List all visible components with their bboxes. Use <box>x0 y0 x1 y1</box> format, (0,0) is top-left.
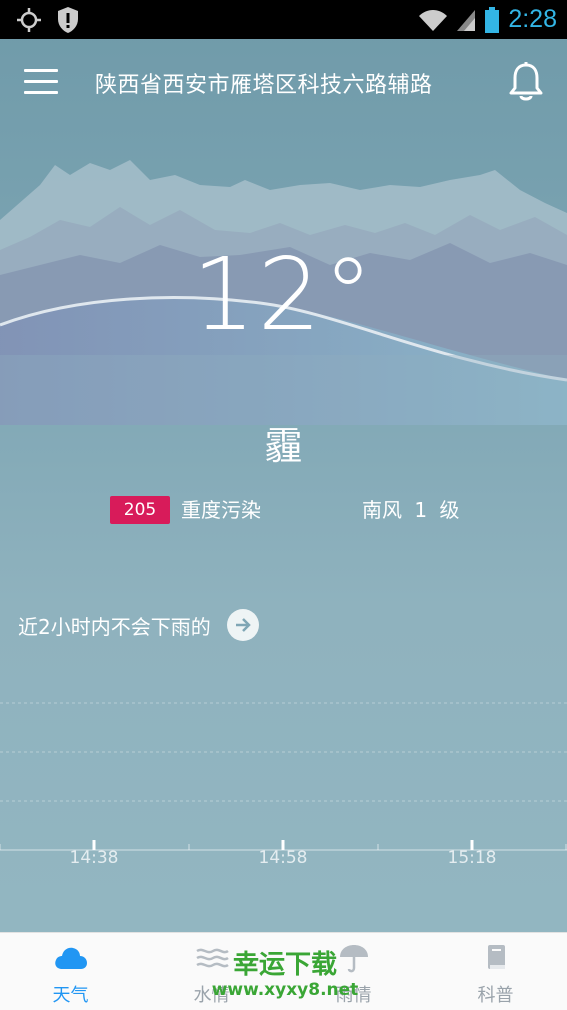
temperature-display: 12° <box>0 236 567 353</box>
nav-label: 天气 <box>52 985 89 1006</box>
time-label: 14:58 <box>258 848 308 868</box>
app-bar: 陕西省西安市雁塔区科技六路辅路 <box>0 39 567 125</box>
menu-button[interactable] <box>24 69 60 97</box>
cloud-icon <box>54 947 87 969</box>
temperature-value: 12 <box>191 236 324 353</box>
rain-forecast[interactable]: 近2小时内不会下雨的 <box>18 608 259 642</box>
watermark-url: www.xyxy8.net <box>211 980 359 1000</box>
rain-message: 近2小时内不会下雨的 <box>18 614 211 639</box>
aqi-label: 重度污染 <box>181 498 261 522</box>
location-title: 陕西省西安市雁塔区科技六路辅路 <box>95 73 433 98</box>
battery-icon <box>485 6 500 33</box>
time-label: 15:18 <box>447 848 497 868</box>
weather-condition: 霾 <box>264 424 303 468</box>
nav-tab-science[interactable]: 科普 <box>425 933 566 1010</box>
status-bar: 2:28 <box>0 0 567 39</box>
wifi-icon <box>419 9 448 31</box>
nav-label: 科普 <box>477 985 514 1006</box>
aqi-badge[interactable]: 205 <box>110 496 170 524</box>
notification-button[interactable] <box>506 61 546 103</box>
weather-info-row: 205 重度污染 南风 1 级 <box>0 496 567 526</box>
book-icon <box>487 945 505 969</box>
status-time: 2:28 <box>508 5 557 33</box>
signal-icon <box>457 9 476 31</box>
watermark-title: 幸运下载 <box>232 950 337 980</box>
degree-symbol: ° <box>323 236 376 353</box>
time-label: 14:38 <box>69 848 119 868</box>
precipitation-chart: 14:38 14:58 15:18 <box>0 690 567 890</box>
wind-info: 南风 1 级 <box>362 498 460 522</box>
shield-icon <box>58 6 78 33</box>
bell-icon <box>509 62 543 101</box>
nav-tab-weather[interactable]: 天气 <box>0 933 141 1010</box>
rain-detail-button[interactable] <box>226 609 259 641</box>
menu-icon <box>24 69 58 72</box>
arrow-right-icon <box>235 618 251 632</box>
gps-icon <box>17 7 41 32</box>
